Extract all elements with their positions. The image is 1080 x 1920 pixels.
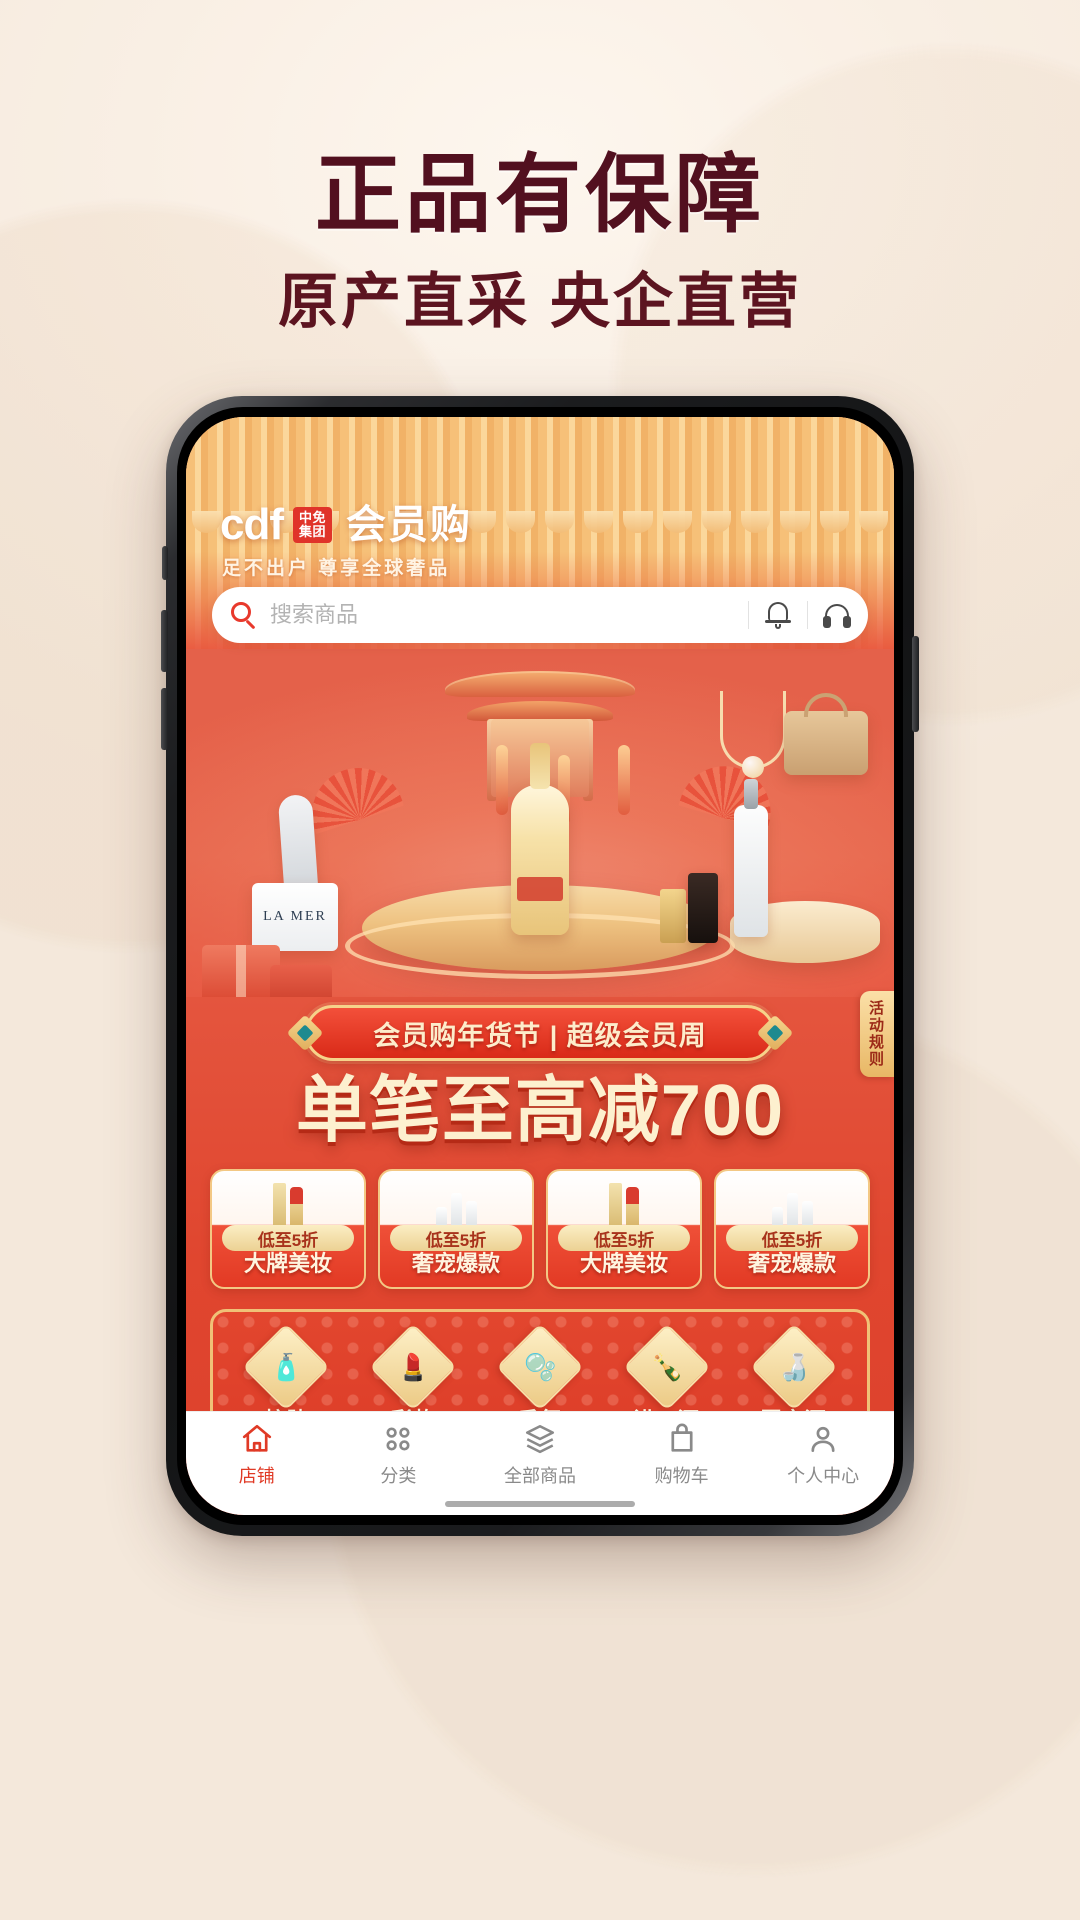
baijiu-bottle-icon: 🍶 <box>749 1323 838 1411</box>
deal-name: 奢宠爆款 <box>411 1251 500 1276</box>
phone-mute-switch <box>162 546 168 580</box>
deal-card[interactable]: 低至5折 奢宠爆款 <box>714 1169 870 1289</box>
liquor-bottle-icon: 🍾 <box>622 1323 711 1411</box>
diamond-decoration-right <box>756 1014 794 1052</box>
skincare-set-icon <box>716 1177 868 1227</box>
deal-name: 大牌美妆 <box>579 1251 668 1276</box>
skincare-set-icon <box>380 1177 532 1227</box>
tab-label: 全部商品 <box>503 1466 576 1486</box>
phone-volume-down-button <box>161 688 168 750</box>
activity-rules-button[interactable]: 活动规则 <box>860 991 894 1077</box>
cdf-wordmark: cdf <box>220 500 284 549</box>
deal-card[interactable]: 低至5折 大牌美妆 <box>546 1169 702 1289</box>
tab-label: 店铺 <box>238 1466 275 1486</box>
tomford-product-image <box>688 873 718 943</box>
tab-label: 个人中心 <box>787 1466 860 1486</box>
home-icon <box>242 1424 271 1452</box>
phone-screen: cdf 中免 集团 会员购 足不出户 尊享全球奢品 搜索商品 LA MER 活动… <box>186 417 894 1515</box>
deal-card-list: 低至5折 大牌美妆 低至5折 奢宠爆款 低至5折 大牌美妆 低至5折 奢宠爆款 <box>186 1147 894 1289</box>
search-bar[interactable] <box>212 587 868 643</box>
person-icon <box>811 1426 835 1452</box>
deal-card[interactable]: 低至5折 奢宠爆款 <box>378 1169 534 1289</box>
cdf-group-badge: 中免 集团 <box>293 507 333 543</box>
tassel-decoration <box>618 745 630 815</box>
hero-key-visual: LA MER <box>186 649 894 997</box>
phone-bezel: cdf 中免 集团 会员购 足不出户 尊享全球奢品 搜索商品 LA MER 活动… <box>177 407 903 1525</box>
brand-name: 会员购 <box>346 503 473 547</box>
perfume-bottle-icon: 🫧 <box>496 1323 584 1411</box>
gift-box-decoration <box>270 965 332 997</box>
grid-icon <box>386 1427 410 1451</box>
headset-icon[interactable] <box>820 598 854 632</box>
phone-mockup: cdf 中免 集团 会员购 足不出户 尊享全球奢品 搜索商品 LA MER 活动… <box>161 396 919 1536</box>
fan-decoration-left <box>300 756 404 834</box>
deal-name: 奢宠爆款 <box>747 1251 836 1276</box>
serum-product-image <box>734 779 768 937</box>
badge-line-1: 中免 <box>299 510 327 525</box>
tab-all-products[interactable]: 全部商品 <box>469 1422 611 1488</box>
app-header: cdf 中免 集团 会员购 足不出户 尊享全球奢品 <box>186 417 894 649</box>
hero-section: 正品有保障 原产直采 央企直营 <box>0 0 1080 332</box>
divider <box>748 601 749 629</box>
tab-store[interactable]: 店铺 <box>186 1422 328 1488</box>
tab-cart[interactable]: 购物车 <box>611 1422 753 1488</box>
cart-icon <box>671 1423 693 1452</box>
brand-logo: cdf 中免 集团 会员购 足不出户 尊享全球奢品 <box>220 503 472 580</box>
promo-headline: 单笔至高减700 <box>295 1071 785 1151</box>
champagne-bottle-product-image <box>511 743 569 935</box>
tab-label: 购物车 <box>654 1466 709 1486</box>
phone-power-button <box>912 636 919 732</box>
handbag-product-image <box>784 693 868 775</box>
tab-categories[interactable]: 分类 <box>328 1422 470 1488</box>
gold-perfume-product-image <box>660 889 686 943</box>
deal-name: 大牌美妆 <box>243 1251 332 1276</box>
home-indicator <box>445 1501 635 1507</box>
promo-ribbon: 会员购年货节 | 超级会员周 <box>286 1005 794 1061</box>
lipstick-icon <box>548 1177 700 1227</box>
gift-box-decoration <box>202 945 280 997</box>
search-input[interactable] <box>270 602 736 628</box>
brand-tagline: 足不出户 尊享全球奢品 <box>222 558 451 579</box>
necklace-product-image <box>720 691 786 778</box>
lipstick-icon <box>212 1177 364 1227</box>
lipstick-icon: 💄 <box>369 1323 458 1411</box>
diamond-decoration-left <box>286 1014 324 1052</box>
bottom-navigation-bar: 店铺 分类 全部商品 购物车 个人中心 <box>186 1411 894 1515</box>
serum-bottle-icon: 🧴 <box>242 1323 331 1411</box>
page-title: 正品有保障 <box>315 147 765 243</box>
deal-card[interactable]: 低至5折 大牌美妆 <box>210 1169 366 1289</box>
layers-icon <box>525 1424 555 1454</box>
tassel-decoration <box>496 745 508 815</box>
tab-profile[interactable]: 个人中心 <box>752 1422 894 1488</box>
badge-line-2: 集团 <box>299 524 327 539</box>
phone-volume-up-button <box>161 610 168 672</box>
divider <box>807 601 808 629</box>
search-icon <box>230 601 258 629</box>
lamer-cream-product-image: LA MER <box>252 883 338 951</box>
tab-label: 分类 <box>380 1466 417 1486</box>
promo-ribbon-text: 会员购年货节 | 超级会员周 <box>373 1020 707 1051</box>
page-subtitle: 原产直采 央企直营 <box>278 268 802 335</box>
bell-icon[interactable] <box>761 598 795 632</box>
